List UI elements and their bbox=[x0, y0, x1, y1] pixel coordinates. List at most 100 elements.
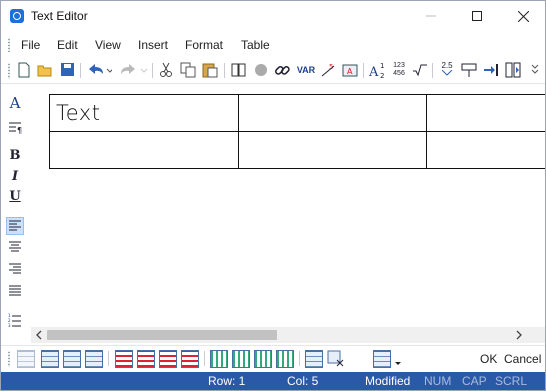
align-center-button[interactable] bbox=[6, 238, 24, 256]
tab-stop-button[interactable] bbox=[460, 61, 478, 79]
toolbar-overflow-button[interactable] bbox=[528, 61, 542, 79]
caps-lock-indicator: CAP bbox=[462, 374, 487, 388]
table-cell[interactable] bbox=[49, 131, 239, 169]
insert-column-right-button[interactable] bbox=[232, 350, 250, 368]
table-cell[interactable] bbox=[426, 94, 545, 132]
paragraph-button[interactable]: ¶ bbox=[6, 118, 24, 136]
split-cells-icon bbox=[327, 350, 344, 367]
numbered-list-button[interactable]: 123 bbox=[6, 311, 24, 329]
menu-bar: File Edit View Insert Format Table bbox=[1, 34, 545, 56]
table-grid-button[interactable] bbox=[63, 350, 81, 368]
menu-insert[interactable]: Insert bbox=[138, 38, 168, 52]
field-button[interactable]: 5 bbox=[319, 61, 337, 79]
minimize-icon bbox=[426, 15, 436, 17]
table-format-dropdown[interactable] bbox=[393, 350, 403, 368]
toolbar-grip-icon[interactable] bbox=[7, 63, 11, 79]
bold-button[interactable]: B bbox=[6, 147, 24, 165]
insert-table-button[interactable] bbox=[41, 350, 59, 368]
table-cell[interactable]: Text bbox=[49, 94, 239, 132]
table-format-button[interactable] bbox=[373, 350, 391, 368]
maximize-button[interactable] bbox=[454, 1, 500, 31]
select-row-button[interactable] bbox=[181, 350, 199, 368]
column-layout-icon bbox=[505, 62, 521, 78]
undo-icon bbox=[89, 64, 114, 74]
undo-button[interactable] bbox=[85, 61, 114, 79]
book-icon bbox=[231, 63, 246, 77]
subscript-superscript-button[interactable]: A1 2 bbox=[368, 61, 388, 80]
scroll-left-button[interactable] bbox=[31, 327, 47, 343]
main-toolbar: VAR 5 A A12 123 456 2.5 bbox=[1, 58, 545, 84]
insert-row-above-button[interactable] bbox=[115, 350, 133, 368]
open-button[interactable] bbox=[36, 61, 54, 79]
decimal-label: 2.5 bbox=[441, 61, 453, 70]
toolbar-separator bbox=[363, 63, 364, 78]
menu-table[interactable]: Table bbox=[241, 38, 270, 52]
merge-cells-button[interactable] bbox=[305, 350, 323, 368]
select-column-button[interactable] bbox=[276, 350, 294, 368]
italic-button[interactable]: I bbox=[6, 168, 24, 186]
menu-format[interactable]: Format bbox=[185, 38, 223, 52]
table-cell[interactable] bbox=[237, 94, 428, 132]
superscript-label: 1 bbox=[380, 62, 384, 70]
save-button[interactable] bbox=[58, 61, 76, 79]
scroll-right-button[interactable] bbox=[511, 327, 527, 343]
close-icon bbox=[517, 10, 529, 22]
align-left-button[interactable] bbox=[6, 217, 24, 235]
table-properties-button[interactable] bbox=[85, 350, 103, 368]
menu-edit[interactable]: Edit bbox=[57, 38, 78, 52]
insert-row-below-button[interactable] bbox=[137, 350, 155, 368]
redo-button[interactable] bbox=[117, 61, 149, 79]
copy-icon bbox=[180, 62, 196, 78]
cut-button[interactable] bbox=[157, 61, 175, 79]
split-cells-button[interactable] bbox=[327, 350, 345, 368]
close-button[interactable] bbox=[500, 1, 546, 31]
indent-right-button[interactable] bbox=[482, 61, 500, 79]
indent-arrow-icon bbox=[484, 64, 498, 76]
delete-column-button[interactable] bbox=[254, 350, 272, 368]
document-table: Text bbox=[49, 94, 545, 169]
justify-button[interactable] bbox=[6, 282, 24, 300]
decimal-align-button[interactable]: 2.5 bbox=[438, 61, 456, 79]
table-cell[interactable] bbox=[426, 131, 545, 169]
table-toolbar-grip-icon[interactable] bbox=[7, 351, 11, 367]
menu-file[interactable]: File bbox=[21, 38, 40, 52]
column-button[interactable] bbox=[504, 61, 522, 79]
menu-view[interactable]: View bbox=[95, 38, 121, 52]
horizontal-scrollbar[interactable] bbox=[31, 327, 527, 343]
square-root-button[interactable] bbox=[411, 61, 429, 79]
save-icon bbox=[60, 63, 74, 76]
align-right-icon bbox=[9, 263, 21, 274]
underline-button[interactable]: U bbox=[6, 188, 24, 206]
scrollbar-thumb[interactable] bbox=[47, 330, 277, 340]
variable-button[interactable]: VAR bbox=[295, 61, 317, 79]
title-bar: Text Editor bbox=[1, 1, 545, 31]
minimize-button[interactable] bbox=[408, 1, 454, 31]
delete-row-button[interactable] bbox=[159, 350, 177, 368]
new-document-button[interactable] bbox=[15, 61, 33, 79]
table-style-button[interactable] bbox=[17, 350, 35, 368]
image-text-icon: A bbox=[342, 64, 358, 77]
menu-grip-icon[interactable] bbox=[7, 38, 11, 52]
align-left-icon bbox=[9, 220, 21, 231]
hyperlink-button[interactable] bbox=[273, 61, 291, 79]
row-indicator: Row: 1 bbox=[208, 374, 246, 388]
ok-button[interactable]: OK bbox=[480, 352, 497, 366]
paste-button[interactable] bbox=[201, 61, 219, 79]
number-format-button[interactable]: 123 456 bbox=[390, 61, 408, 79]
copy-button[interactable] bbox=[179, 61, 197, 79]
document-area[interactable]: Text bbox=[31, 85, 545, 327]
toolbar-separator bbox=[108, 351, 109, 366]
insert-image-button[interactable]: A bbox=[341, 61, 359, 79]
insert-column-left-button[interactable] bbox=[210, 350, 228, 368]
align-right-button[interactable] bbox=[6, 260, 24, 278]
table-cell[interactable] bbox=[237, 131, 428, 169]
folder-open-icon bbox=[37, 65, 52, 77]
cancel-button[interactable]: Cancel bbox=[504, 352, 541, 366]
square-root-icon bbox=[413, 64, 427, 77]
table-toolbar: OK Cancel bbox=[1, 345, 545, 371]
book-button[interactable] bbox=[230, 61, 248, 79]
caret-down-icon bbox=[395, 362, 401, 365]
svg-text:¶: ¶ bbox=[17, 126, 22, 134]
symbol-button[interactable] bbox=[252, 61, 270, 79]
font-button[interactable]: A bbox=[6, 94, 24, 112]
